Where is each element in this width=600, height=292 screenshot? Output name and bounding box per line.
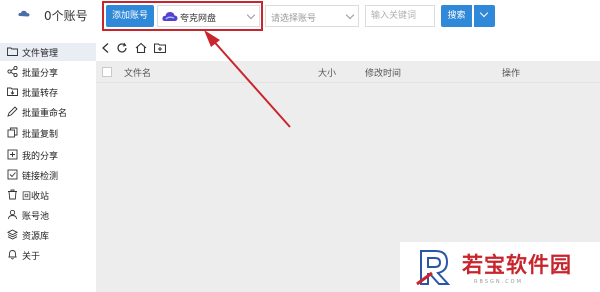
sidebar-item-about[interactable]: 关于 (4, 246, 94, 264)
recycle-bin-icon (8, 189, 17, 200)
column-filename[interactable]: 文件名 (124, 66, 151, 79)
sidebar-item-label: 资源库 (22, 232, 50, 242)
account-pool-icon (8, 209, 17, 220)
watermark-sub: RBSGN.COM (474, 279, 523, 285)
sidebar-item-recycle-bin[interactable]: 回收站 (4, 186, 94, 204)
chevron-down-icon (345, 10, 355, 20)
sidebar-item-label: 关于 (22, 252, 41, 262)
account-select[interactable]: 请选择账号 (265, 5, 359, 27)
copy-icon (7, 127, 18, 138)
transfer-icon (7, 87, 18, 96)
account-select-placeholder: 请选择账号 (271, 14, 317, 24)
bell-icon (8, 250, 17, 260)
table-header: 文件名 大小 修改时间 操作 (96, 61, 600, 83)
column-modified-time[interactable]: 修改时间 (365, 66, 401, 79)
home-icon[interactable] (135, 42, 147, 54)
path-nav-bar (96, 35, 600, 61)
sidebar-item-batch-transfer[interactable]: 批量转存 (4, 83, 94, 101)
share-icon (7, 66, 18, 77)
sidebar-item-account-pool[interactable]: 账号池 (4, 206, 94, 224)
sidebar-item-label: 批量分享 (22, 69, 59, 79)
watermark-logo-icon (416, 250, 451, 286)
new-folder-icon[interactable] (154, 42, 166, 54)
search-dropdown-button[interactable] (474, 5, 495, 27)
top-toolbar: 0个账号 添加账号 夸克网盘 请选择账号 搜索 (0, 0, 600, 34)
column-actions: 操作 (502, 69, 521, 79)
sidebar-item-label: 链接检测 (22, 172, 59, 182)
link-check-icon (7, 169, 18, 180)
sidebar-item-label: 回收站 (22, 192, 50, 202)
folder-icon (7, 47, 18, 56)
account-count-label: 0个账号 (44, 9, 88, 23)
sidebar: 文件管理 批量分享 批量转存 批量重命名 批量复制 我的分享 链接检测 回收站 … (0, 38, 96, 292)
sidebar-item-link-check[interactable]: 链接检测 (4, 166, 94, 184)
search-button[interactable]: 搜索 (441, 5, 472, 27)
sidebar-item-batch-rename[interactable]: 批量重命名 (4, 103, 94, 121)
sidebar-item-batch-copy[interactable]: 批量复制 (4, 124, 94, 142)
refresh-icon[interactable] (116, 42, 128, 54)
sidebar-item-label: 批量复制 (22, 130, 59, 140)
chevron-down-icon (479, 8, 489, 18)
my-share-icon (7, 149, 18, 160)
highlight-box (102, 1, 263, 31)
sidebar-item-my-share[interactable]: 我的分享 (4, 146, 94, 164)
back-arrow-icon[interactable] (100, 42, 112, 54)
keyword-input[interactable] (365, 5, 435, 27)
rename-icon (7, 106, 18, 117)
sidebar-item-label: 批量重命名 (22, 109, 68, 119)
watermark: 若宝软件园 RBSGN.COM (400, 242, 600, 292)
column-size[interactable]: 大小 (318, 66, 336, 79)
sidebar-item-label: 批量转存 (22, 89, 59, 99)
select-all-checkbox[interactable] (102, 67, 112, 77)
cloud-logo-icon (18, 10, 30, 17)
sidebar-item-batch-share[interactable]: 批量分享 (4, 63, 94, 81)
sidebar-item-label: 我的分享 (22, 152, 59, 162)
sidebar-item-file-manager[interactable]: 文件管理 (0, 43, 96, 61)
watermark-brand: 若宝软件园 (462, 253, 572, 277)
sidebar-item-resource-library[interactable]: 资源库 (4, 226, 94, 244)
sidebar-item-label: 账号池 (22, 212, 50, 222)
sidebar-item-label: 文件管理 (22, 49, 59, 59)
resource-library-icon (7, 229, 18, 240)
